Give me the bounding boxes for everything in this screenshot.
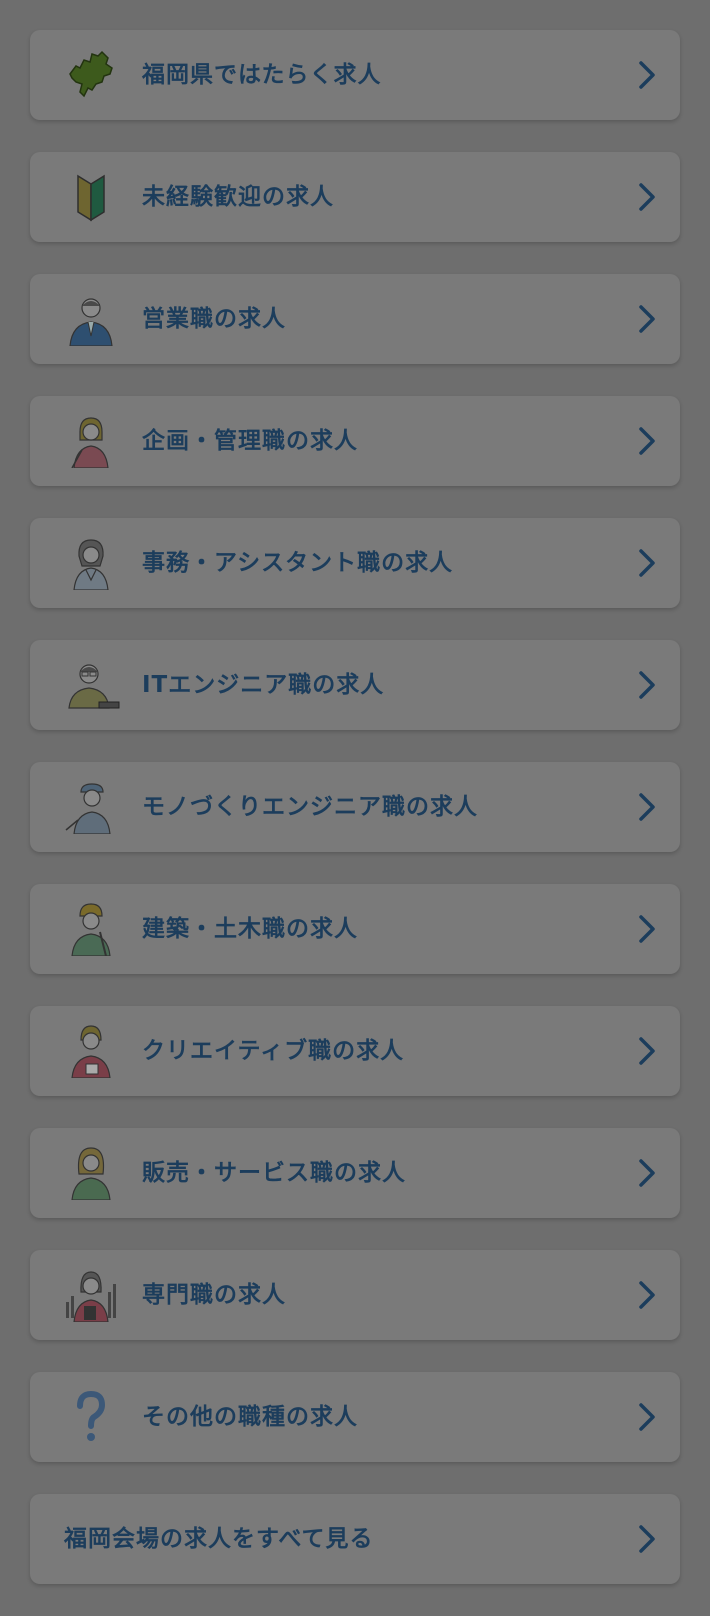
category-label: クリエイティブ職の求人	[142, 1038, 405, 1064]
construction-worker-icon	[71, 903, 111, 956]
salesman-icon	[69, 298, 113, 346]
category-label: 企画・管理職の求人	[142, 428, 358, 454]
view-all-label: 福岡会場の求人をすべて見る	[64, 1526, 374, 1552]
category-beginner[interactable]: 未経験歓迎の求人	[30, 152, 680, 242]
category-label: その他の職種の求人	[142, 1404, 358, 1430]
fukuoka-map-icon	[69, 50, 113, 98]
category-label: 販売・サービス職の求人	[142, 1160, 406, 1186]
chevron-right-icon	[639, 427, 655, 455]
category-other[interactable]: その他の職種の求人	[30, 1372, 680, 1462]
chevron-right-icon	[639, 1403, 655, 1431]
it-engineer-icon	[68, 664, 120, 709]
category-specialist[interactable]: 専門職の求人	[30, 1250, 680, 1340]
category-it-engineer[interactable]: ITエンジニア職の求人	[30, 640, 680, 730]
chevron-right-icon	[639, 305, 655, 333]
category-creative[interactable]: クリエイティブ職の求人	[30, 1006, 680, 1096]
category-label: 専門職の求人	[142, 1282, 286, 1308]
category-sales-service[interactable]: 販売・サービス職の求人	[30, 1128, 680, 1218]
category-fukuoka[interactable]: 福岡県ではたらく求人	[30, 30, 680, 120]
specialist-icon	[66, 1271, 116, 1322]
chevron-right-icon	[639, 793, 655, 821]
question-mark-icon	[77, 1390, 106, 1441]
category-sales[interactable]: 営業職の求人	[30, 274, 680, 364]
category-label: ITエンジニア職の求人	[142, 672, 385, 698]
category-label: モノづくりエンジニア職の求人	[142, 794, 478, 820]
view-all-jobs-button[interactable]: 福岡会場の求人をすべて見る	[30, 1494, 680, 1584]
beginner-mark-icon	[77, 174, 105, 222]
job-category-list: 福岡県ではたらく求人 未経験歓迎の求人 営業職の求人 企画・管理職の求人 事務・…	[30, 30, 680, 1616]
category-planning[interactable]: 企画・管理職の求人	[30, 396, 680, 486]
chevron-right-icon	[639, 1281, 655, 1309]
planner-icon	[71, 417, 109, 468]
category-label: 未経験歓迎の求人	[142, 184, 334, 210]
category-office[interactable]: 事務・アシスタント職の求人	[30, 518, 680, 608]
service-staff-icon	[71, 1147, 111, 1200]
category-manufacturing-engineer[interactable]: モノづくりエンジニア職の求人	[30, 762, 680, 852]
chevron-right-icon	[639, 671, 655, 699]
factory-engineer-icon	[65, 783, 111, 834]
category-label: 営業職の求人	[142, 306, 286, 332]
chevron-right-icon	[639, 549, 655, 577]
chevron-right-icon	[639, 1525, 655, 1553]
category-label: 事務・アシスタント職の求人	[142, 550, 454, 576]
office-worker-icon	[73, 539, 109, 590]
chevron-right-icon	[639, 183, 655, 211]
creative-worker-icon	[71, 1025, 111, 1078]
chevron-right-icon	[639, 61, 655, 89]
category-label: 福岡県ではたらく求人	[142, 62, 382, 88]
category-label: 建築・土木職の求人	[142, 916, 358, 942]
chevron-right-icon	[639, 1037, 655, 1065]
category-construction[interactable]: 建築・土木職の求人	[30, 884, 680, 974]
chevron-right-icon	[639, 915, 655, 943]
chevron-right-icon	[639, 1159, 655, 1187]
